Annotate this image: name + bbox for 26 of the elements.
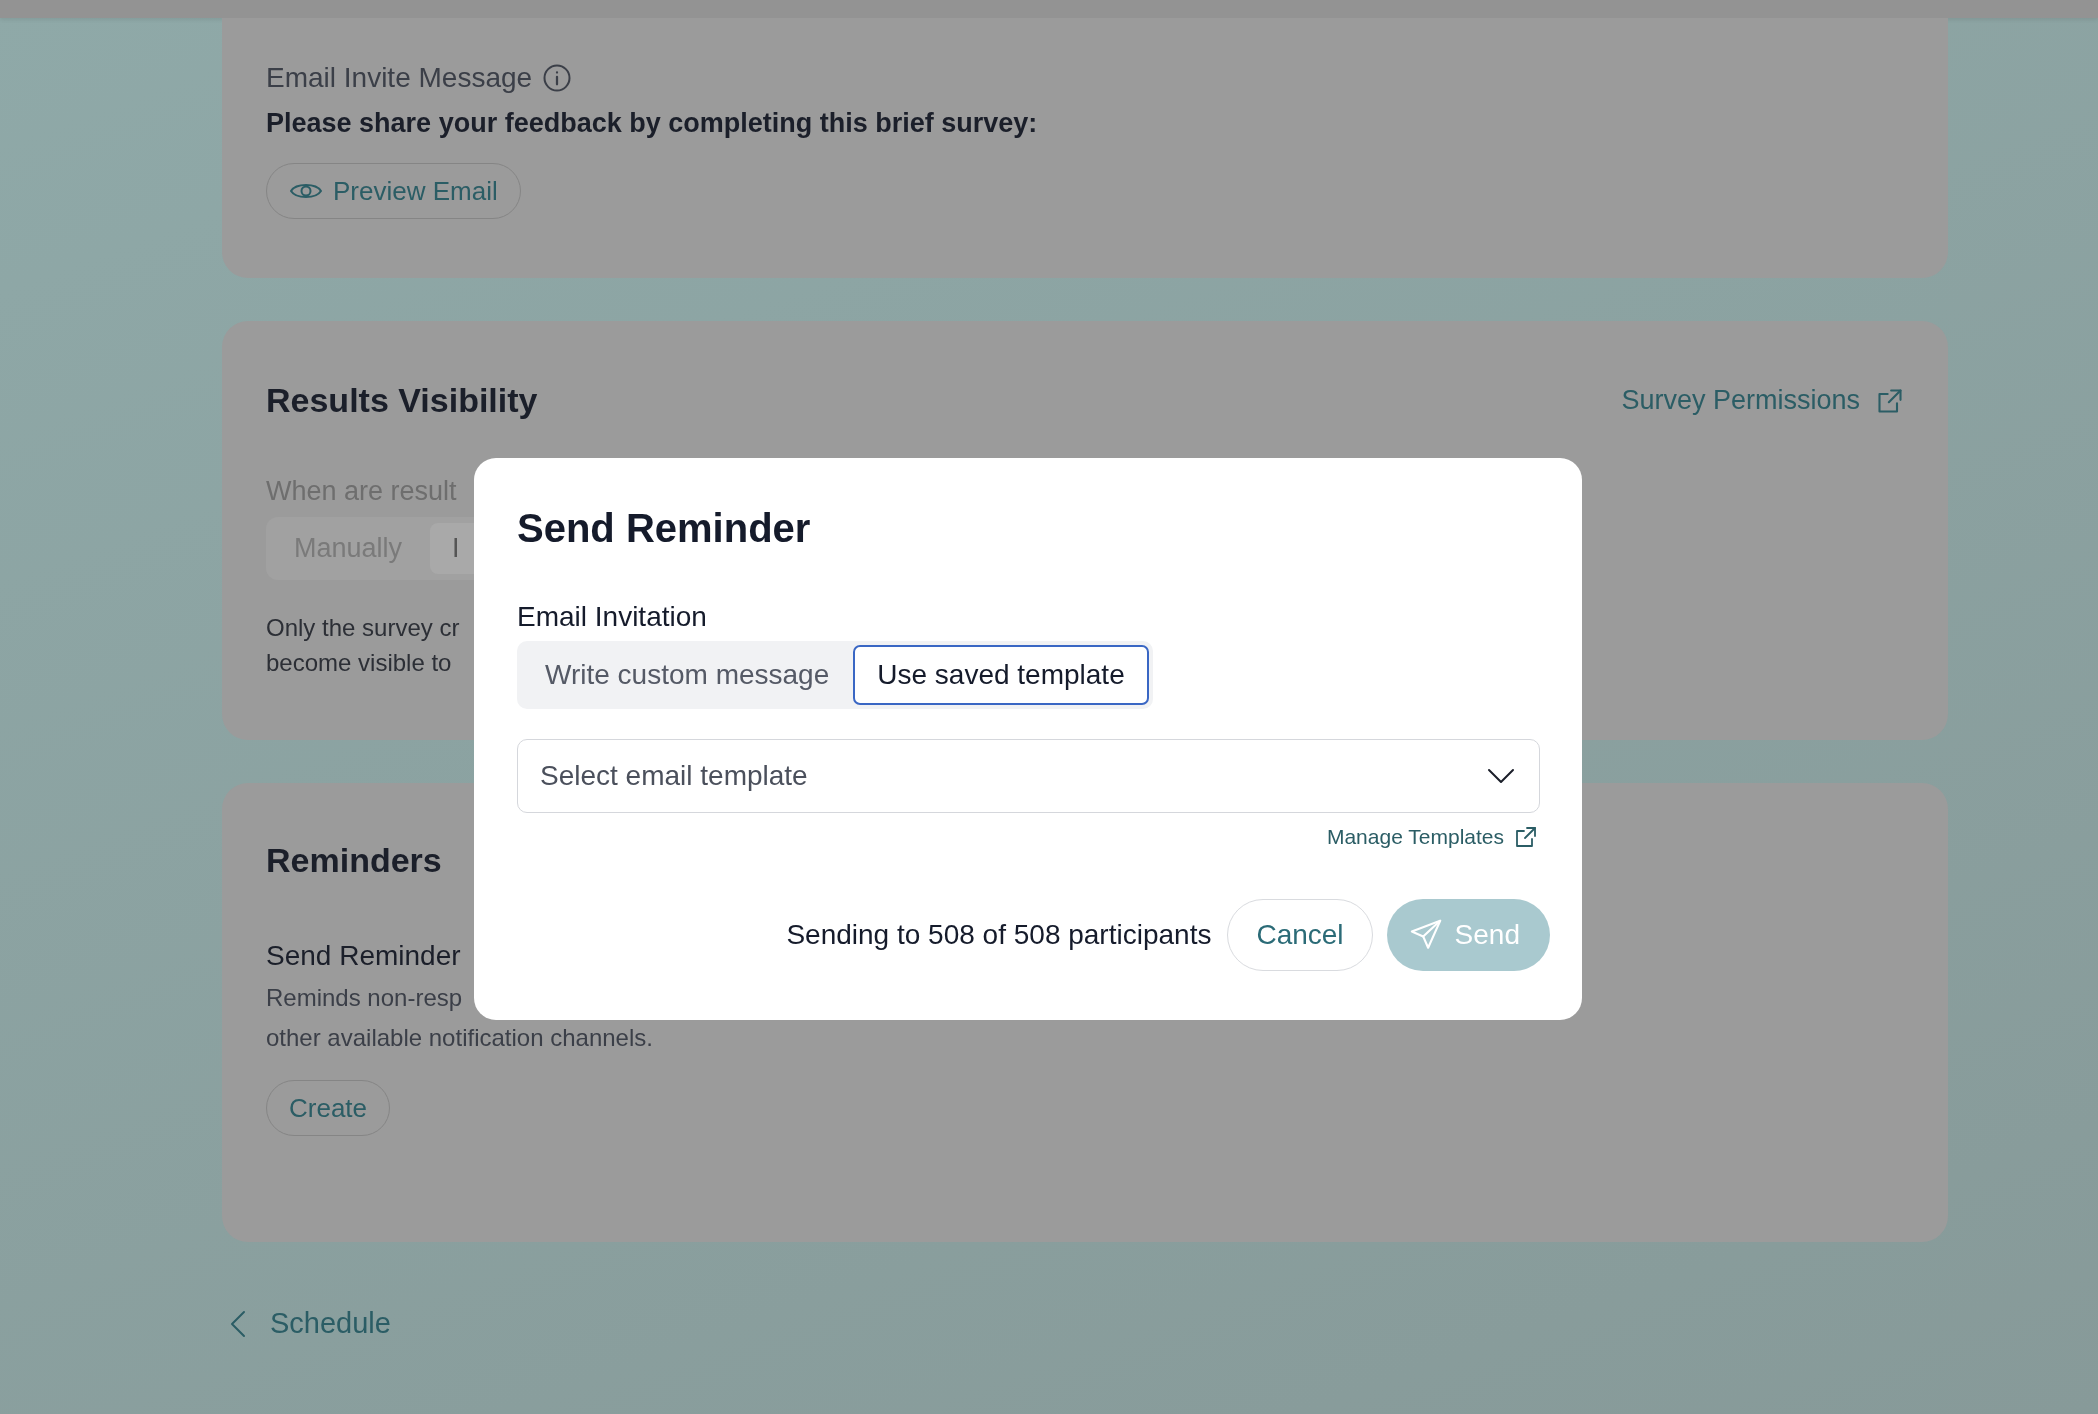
info-icon — [542, 63, 573, 93]
external-link-icon — [1876, 386, 1904, 415]
segment-option[interactable]: Use saved template — [853, 645, 1149, 705]
field-label: Email Invite Message — [266, 62, 533, 94]
recipient-count: Sending to 508 of 508 participants — [786, 919, 1212, 951]
dialog-title: Send Reminder — [517, 506, 812, 551]
external-link-icon — [1514, 825, 1538, 849]
caret-icon — [1487, 768, 1515, 784]
item-title: Send Reminder — [266, 940, 462, 972]
field-label: Email Invitation — [517, 601, 708, 633]
cancel-button[interactable]: Cancel — [1227, 899, 1373, 971]
manage-templates-link[interactable]: Manage Templates — [1326, 825, 1538, 849]
back-link[interactable]: Schedule — [222, 1307, 391, 1340]
survey-permissions-link[interactable]: Survey Permissions — [1621, 385, 1904, 416]
paper-plane-icon — [1408, 918, 1443, 952]
segment-option[interactable]: Write custom message — [521, 645, 854, 705]
section-title: Reminders — [266, 841, 443, 880]
help-text: become visible to — [266, 648, 452, 678]
help-text: Only the survey cr — [266, 613, 460, 643]
template-dropdown[interactable]: Select email template — [517, 739, 1540, 813]
chevron-left-icon — [230, 1309, 246, 1338]
description-text: Reminds non-resp — [266, 983, 463, 1013]
description-text: other available notification channels. — [266, 1023, 653, 1053]
section-title: Results Visibility — [266, 381, 538, 420]
back-link-label[interactable]: Schedule — [270, 1307, 391, 1340]
invite-message: Please share your feedback by completing this brief survey: — [266, 108, 1039, 139]
